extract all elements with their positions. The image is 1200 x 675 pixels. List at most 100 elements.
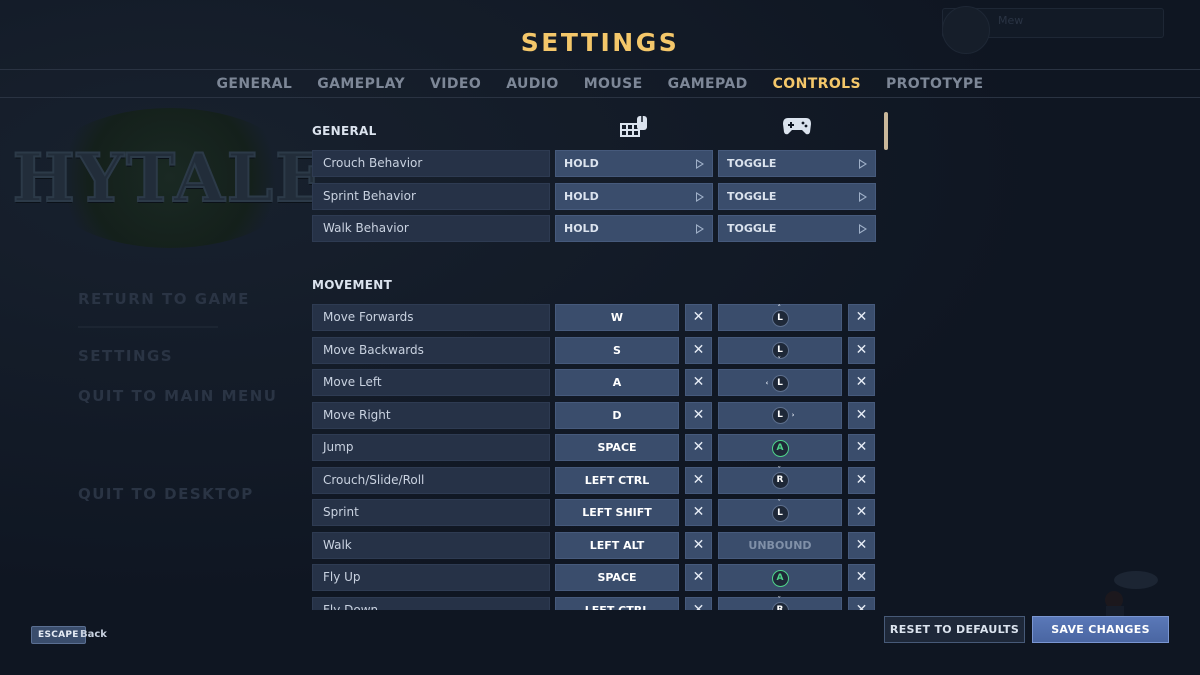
play-arrow-icon	[859, 191, 867, 202]
tab-controls[interactable]: CONTROLS	[773, 76, 861, 92]
settings-tabs: GENERAL GAMEPLAY VIDEO AUDIO MOUSE GAMEP…	[0, 69, 1200, 98]
action-label: Move Backwards	[312, 336, 550, 364]
keyboard-binding-button[interactable]: LEFT ALT	[555, 531, 679, 559]
tab-video[interactable]: VIDEO	[430, 76, 481, 92]
action-label: Move Forwards	[312, 304, 550, 331]
menu-quit-to-main: QUIT TO MAIN MENU	[78, 387, 278, 405]
gamepad-binding-button[interactable]: Rˇ	[718, 466, 842, 494]
keyboard-behavior-toggle[interactable]: HOLD	[555, 150, 713, 177]
gamepad-behavior-toggle[interactable]: TOGGLE	[718, 215, 876, 242]
stick-direction-icon: ˇ	[777, 466, 782, 474]
gamepad-behavior-toggle[interactable]: TOGGLE	[718, 150, 876, 177]
stick-direction-icon: ˇ	[777, 596, 782, 604]
scrollbar-thumb[interactable]	[884, 112, 888, 150]
clear-keyboard-binding-button[interactable]: ✕	[685, 564, 712, 591]
gamepad-binding-button[interactable]: Lˇ	[718, 499, 842, 526]
gamepad-behavior-toggle[interactable]: TOGGLE	[718, 182, 876, 210]
section-title-movement: MOVEMENT	[312, 278, 393, 292]
gamepad-glyph-label: A	[776, 572, 784, 583]
stick-direction-icon: ›	[791, 411, 795, 419]
gamepad-binding-button[interactable]: A	[718, 564, 842, 591]
clear-gamepad-binding-button[interactable]: ✕	[848, 596, 875, 610]
tab-gamepad[interactable]: GAMEPAD	[668, 76, 748, 92]
keyboard-binding-button[interactable]: W	[555, 304, 679, 331]
a-button-icon: A	[771, 569, 789, 587]
play-arrow-icon	[696, 159, 704, 169]
keyboard-binding-button[interactable]: SPACE	[555, 434, 679, 461]
controls-panel[interactable]: GENERAL Crouch Behavior HOLD TOGGLE Sprint …	[312, 108, 890, 610]
clear-gamepad-binding-button[interactable]: ✕	[848, 434, 875, 461]
back-label[interactable]: Back	[80, 629, 107, 640]
keyboard-behavior-toggle-value: HOLD	[564, 157, 599, 170]
gamepad-binding-button[interactable]: A	[718, 434, 842, 461]
stick-direction-icon: ˅	[777, 356, 782, 364]
keyboard-binding-button[interactable]: LEFT SHIFT	[555, 499, 679, 526]
action-label: Move Left	[312, 369, 550, 396]
tab-prototype[interactable]: PROTOTYPE	[886, 76, 984, 92]
hytale-logo: HYTALE	[12, 108, 326, 248]
left-stick-icon: L ˅	[771, 342, 789, 364]
keyboard-mouse-icon	[620, 116, 647, 137]
gamepad-binding-button[interactable]: L ˅	[718, 336, 842, 364]
setting-label: Sprint Behavior	[312, 182, 550, 210]
a-button-icon: A	[771, 439, 789, 457]
keyboard-binding-button[interactable]: LEFT CTRL	[555, 596, 679, 610]
clear-gamepad-binding-button[interactable]: ✕	[848, 336, 875, 364]
clear-gamepad-binding-button[interactable]: ✕	[848, 401, 875, 429]
menu-divider	[78, 326, 218, 328]
clear-gamepad-binding-button[interactable]: ✕	[848, 304, 875, 331]
clear-keyboard-binding-button[interactable]: ✕	[685, 531, 712, 559]
reset-to-defaults-button[interactable]: RESET TO DEFAULTS	[884, 616, 1025, 643]
keyboard-behavior-toggle[interactable]: HOLD	[555, 182, 713, 210]
clear-keyboard-binding-button[interactable]: ✕	[685, 466, 712, 494]
tab-gameplay[interactable]: GAMEPLAY	[317, 76, 405, 92]
keyboard-binding-button[interactable]: LEFT CTRL	[555, 466, 679, 494]
clear-keyboard-binding-button[interactable]: ✕	[685, 434, 712, 461]
gamepad-glyph-label: R	[776, 475, 784, 485]
gamepad-binding-button[interactable]: UNBOUND	[718, 531, 842, 559]
clear-keyboard-binding-button[interactable]: ✕	[685, 369, 712, 396]
clear-keyboard-binding-button[interactable]: ✕	[685, 596, 712, 610]
clear-keyboard-binding-button[interactable]: ✕	[685, 304, 712, 331]
gamepad-binding-button[interactable]: L ‹	[718, 369, 842, 396]
save-changes-button[interactable]: SAVE CHANGES	[1032, 616, 1169, 643]
gamepad-binding-button[interactable]: L ›	[718, 401, 842, 429]
keyboard-behavior-toggle[interactable]: HOLD	[555, 215, 713, 242]
clear-gamepad-binding-button[interactable]: ✕	[848, 564, 875, 591]
gamepad-binding-button[interactable]: Rˇ	[718, 596, 842, 610]
left-stick-icon: L ›	[771, 407, 795, 424]
clear-gamepad-binding-button[interactable]: ✕	[848, 369, 875, 396]
mascot-icon	[1105, 571, 1158, 616]
keyboard-behavior-toggle-value: HOLD	[564, 222, 599, 235]
clear-gamepad-binding-button[interactable]: ✕	[848, 499, 875, 526]
gamepad-glyph-label: L	[777, 410, 783, 420]
gamepad-binding-button[interactable]: L ˄	[718, 304, 842, 331]
keyboard-binding-button[interactable]: D	[555, 401, 679, 429]
clear-gamepad-binding-button[interactable]: ✕	[848, 466, 875, 494]
clear-keyboard-binding-button[interactable]: ✕	[685, 401, 712, 429]
play-arrow-icon	[859, 224, 867, 234]
gamepad-glyph-label: L	[777, 507, 783, 518]
left-stick-icon: Lˇ	[771, 499, 789, 522]
keyboard-binding-button[interactable]: A	[555, 369, 679, 396]
gamepad-glyph-label: L	[777, 345, 783, 355]
right-stick-icon: Rˇ	[771, 597, 789, 610]
tab-audio[interactable]: AUDIO	[506, 76, 559, 92]
tab-mouse[interactable]: MOUSE	[584, 76, 643, 92]
action-label: Fly Down	[312, 596, 550, 610]
clear-gamepad-binding-button[interactable]: ✕	[848, 531, 875, 559]
clear-keyboard-binding-button[interactable]: ✕	[685, 336, 712, 364]
play-arrow-icon	[696, 224, 704, 234]
clear-keyboard-binding-button[interactable]: ✕	[685, 499, 712, 526]
menu-settings: SETTINGS	[78, 347, 174, 365]
gamepad-glyph-label: L	[777, 312, 783, 323]
escape-key-badge[interactable]: ESCAPE	[31, 626, 86, 644]
keyboard-binding-button[interactable]: SPACE	[555, 564, 679, 591]
play-arrow-icon	[859, 159, 867, 169]
gamepad-behavior-toggle-value: TOGGLE	[727, 189, 777, 203]
setting-label: Crouch Behavior	[312, 150, 550, 177]
gamepad-behavior-toggle-value: TOGGLE	[727, 157, 777, 170]
tab-general[interactable]: GENERAL	[217, 76, 293, 92]
keyboard-binding-button[interactable]: S	[555, 336, 679, 364]
gamepad-behavior-toggle-value: TOGGLE	[727, 222, 777, 235]
